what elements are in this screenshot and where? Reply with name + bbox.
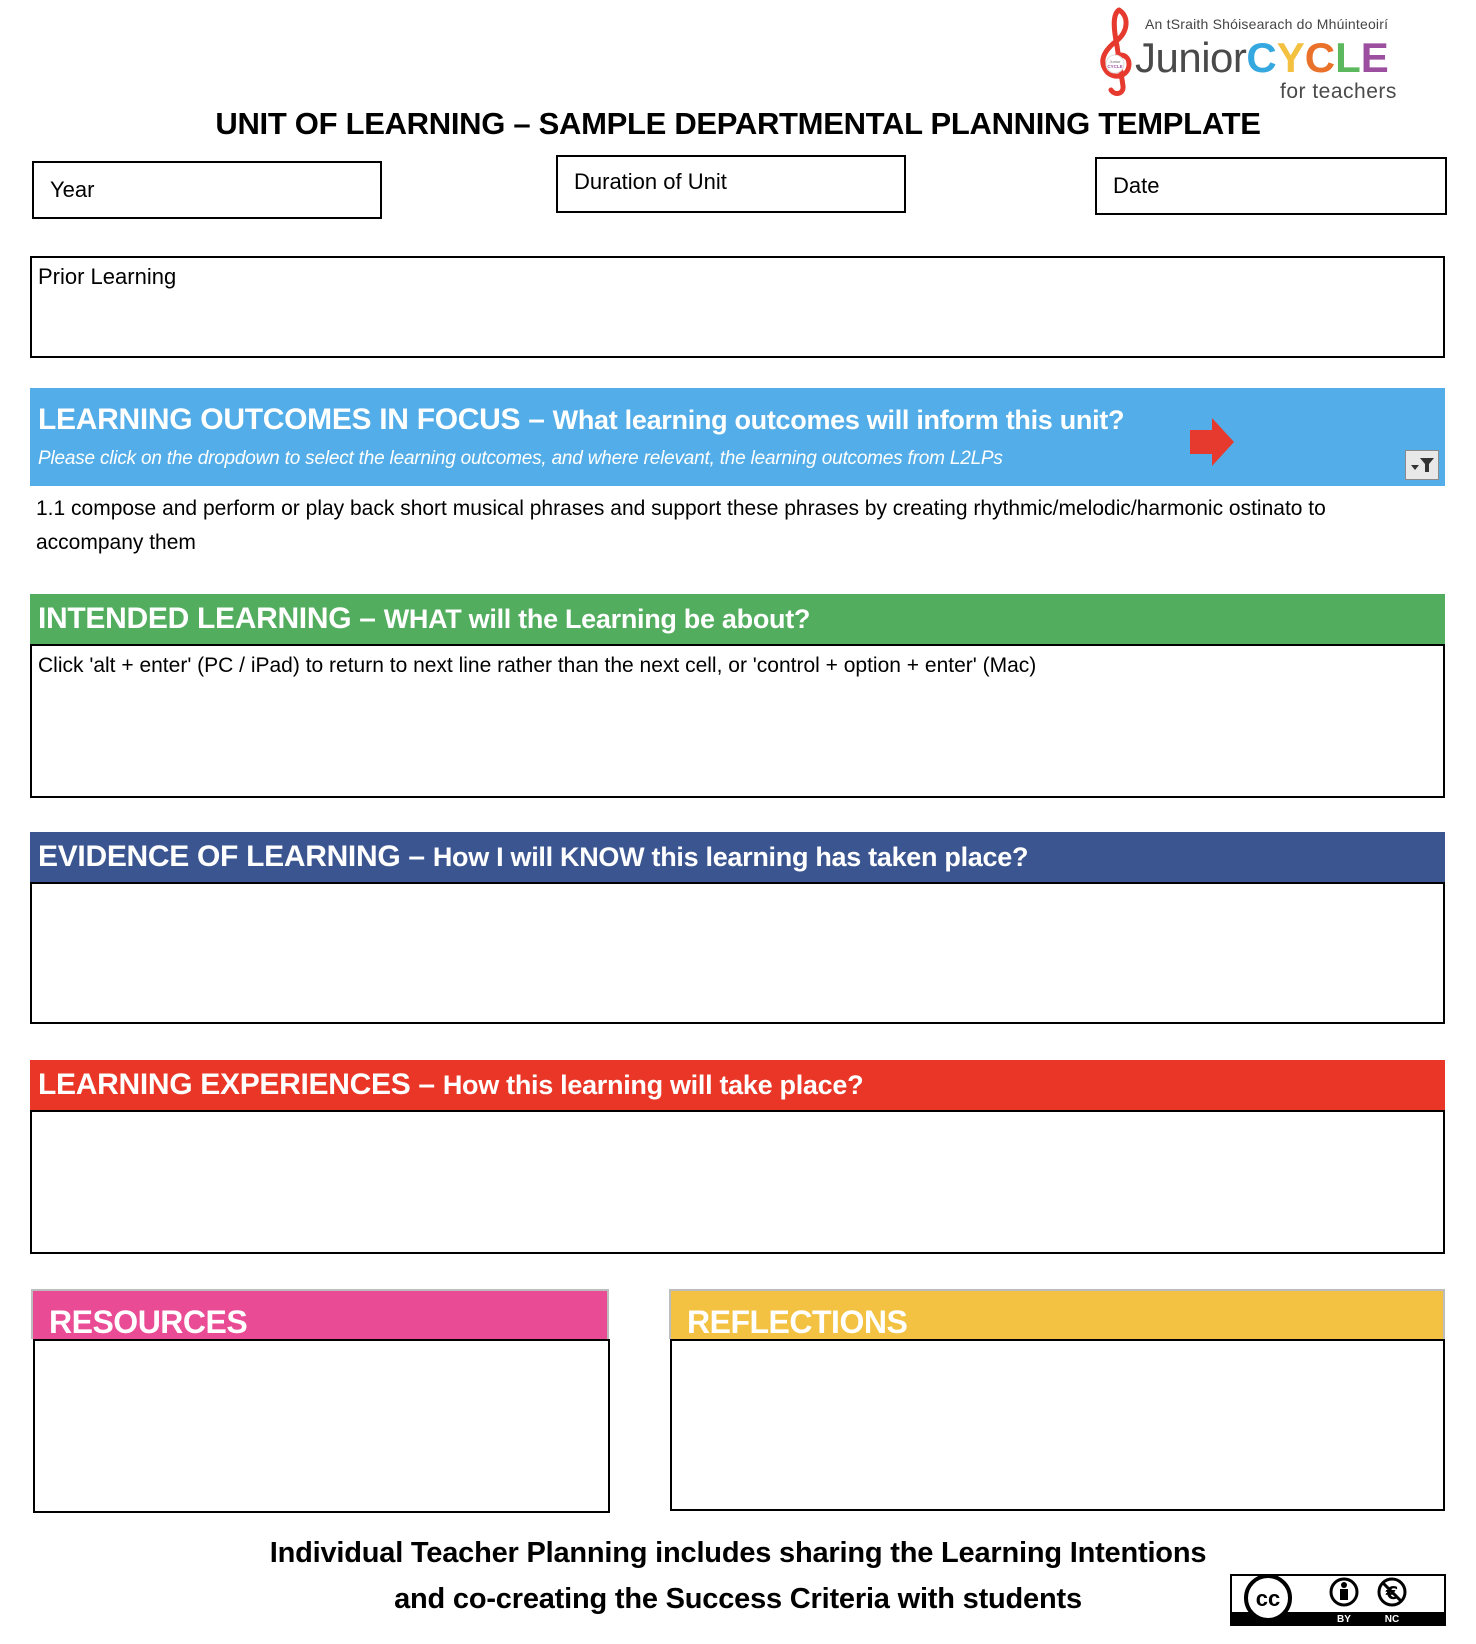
evidence-heading-sub: How I will KNOW this learning has taken … (432, 842, 1029, 872)
filter-dropdown-icon (1411, 458, 1434, 472)
experiences-heading-sub: How this learning will take place? (442, 1070, 864, 1100)
duration-field[interactable]: Duration of Unit (556, 155, 906, 213)
logo-for-teachers: for teachers (1280, 80, 1397, 103)
svg-text:CYCLE: CYCLE (1107, 64, 1122, 69)
learning-experiences-heading: LEARNING EXPERIENCES – How this learning… (38, 1068, 864, 1102)
logo-cycle-letter: E (1360, 34, 1389, 81)
logo-cycle-letter: L (1335, 34, 1361, 81)
learning-outcomes-heading-main: LEARNING OUTCOMES IN FOCUS – (38, 403, 553, 436)
cc-license-badge: cc € BY NC (1230, 1574, 1446, 1626)
nc-text: NC (1385, 1614, 1399, 1624)
learning-experiences-field[interactable] (30, 1110, 1445, 1254)
logo-junior-text: Junior (1135, 34, 1247, 81)
year-label: Year (50, 177, 95, 202)
logo-cycle-text: CYCLE (1246, 34, 1388, 81)
resources-heading: RESOURCES (49, 1304, 248, 1340)
evidence-heading-main: EVIDENCE OF LEARNING – (38, 840, 433, 873)
learning-outcomes-header: LEARNING OUTCOMES IN FOCUS – What learni… (30, 388, 1445, 486)
intended-learning-field[interactable]: Click 'alt + enter' (PC / iPad) to retur… (30, 644, 1445, 798)
logo-tagline: An tSraith Shóisearach do Mhúinteoirí (1145, 16, 1389, 32)
intended-learning-body: Click 'alt + enter' (PC / iPad) to retur… (38, 654, 1037, 677)
junior-cycle-logo: Junior CYCLE An tSraith Shóisearach do M… (1095, 4, 1435, 103)
logo-cycle-letter: C (1246, 34, 1277, 81)
experiences-heading-main: LEARNING EXPERIENCES – (38, 1068, 443, 1101)
footer-line-1: Individual Teacher Planning includes sha… (269, 1537, 1207, 1569)
resources-field[interactable] (33, 1339, 610, 1513)
learning-outcomes-heading-sub: What learning outcomes will inform this … (552, 405, 1125, 435)
dropdown-filter-button[interactable] (1405, 450, 1439, 480)
intended-learning-heading-main: INTENDED LEARNING – (38, 602, 384, 635)
resources-header: RESOURCES (31, 1289, 609, 1340)
intended-learning-heading: INTENDED LEARNING – WHAT will the Learni… (38, 602, 810, 636)
logo-cycle-letter: Y (1276, 34, 1305, 81)
prior-learning-field[interactable]: Prior Learning (30, 256, 1445, 358)
treble-clef-icon: Junior CYCLE (1100, 7, 1132, 96)
date-label: Date (1113, 173, 1160, 198)
year-field[interactable]: Year (32, 161, 382, 219)
learning-experiences-header: LEARNING EXPERIENCES – How this learning… (30, 1060, 1445, 1110)
prior-learning-label: Prior Learning (38, 264, 177, 289)
selected-learning-outcome[interactable]: 1.1 compose and perform or play back sho… (36, 492, 1436, 560)
date-field[interactable]: Date (1095, 157, 1447, 215)
logo-wordmark: JuniorCYCLE (1135, 34, 1389, 82)
learning-outcomes-heading: LEARNING OUTCOMES IN FOCUS – What learni… (38, 403, 1124, 437)
evidence-of-learning-header: EVIDENCE OF LEARNING – How I will KNOW t… (30, 832, 1445, 882)
cc-by-nc-icon: cc € BY NC (1232, 1574, 1444, 1625)
learning-outcomes-hint: Please click on the dropdown to select t… (38, 448, 1003, 469)
evidence-of-learning-heading: EVIDENCE OF LEARNING – How I will KNOW t… (38, 840, 1028, 874)
reflections-field[interactable] (670, 1339, 1445, 1511)
by-text: BY (1337, 1614, 1351, 1624)
reflections-heading: REFLECTIONS (687, 1304, 908, 1340)
logo-cycle-letter: C (1304, 34, 1336, 81)
cc-text: cc (1256, 1586, 1280, 1611)
intended-learning-heading-sub: WHAT will the Learning be about? (383, 604, 811, 634)
page-title: UNIT OF LEARNING – SAMPLE DEPARTMENTAL P… (215, 106, 1261, 141)
duration-label: Duration of Unit (574, 169, 727, 194)
reflections-header: REFLECTIONS (669, 1289, 1445, 1340)
arrow-right-icon (1190, 418, 1234, 466)
intended-learning-header: INTENDED LEARNING – WHAT will the Learni… (30, 594, 1445, 644)
evidence-of-learning-field[interactable] (30, 882, 1445, 1024)
